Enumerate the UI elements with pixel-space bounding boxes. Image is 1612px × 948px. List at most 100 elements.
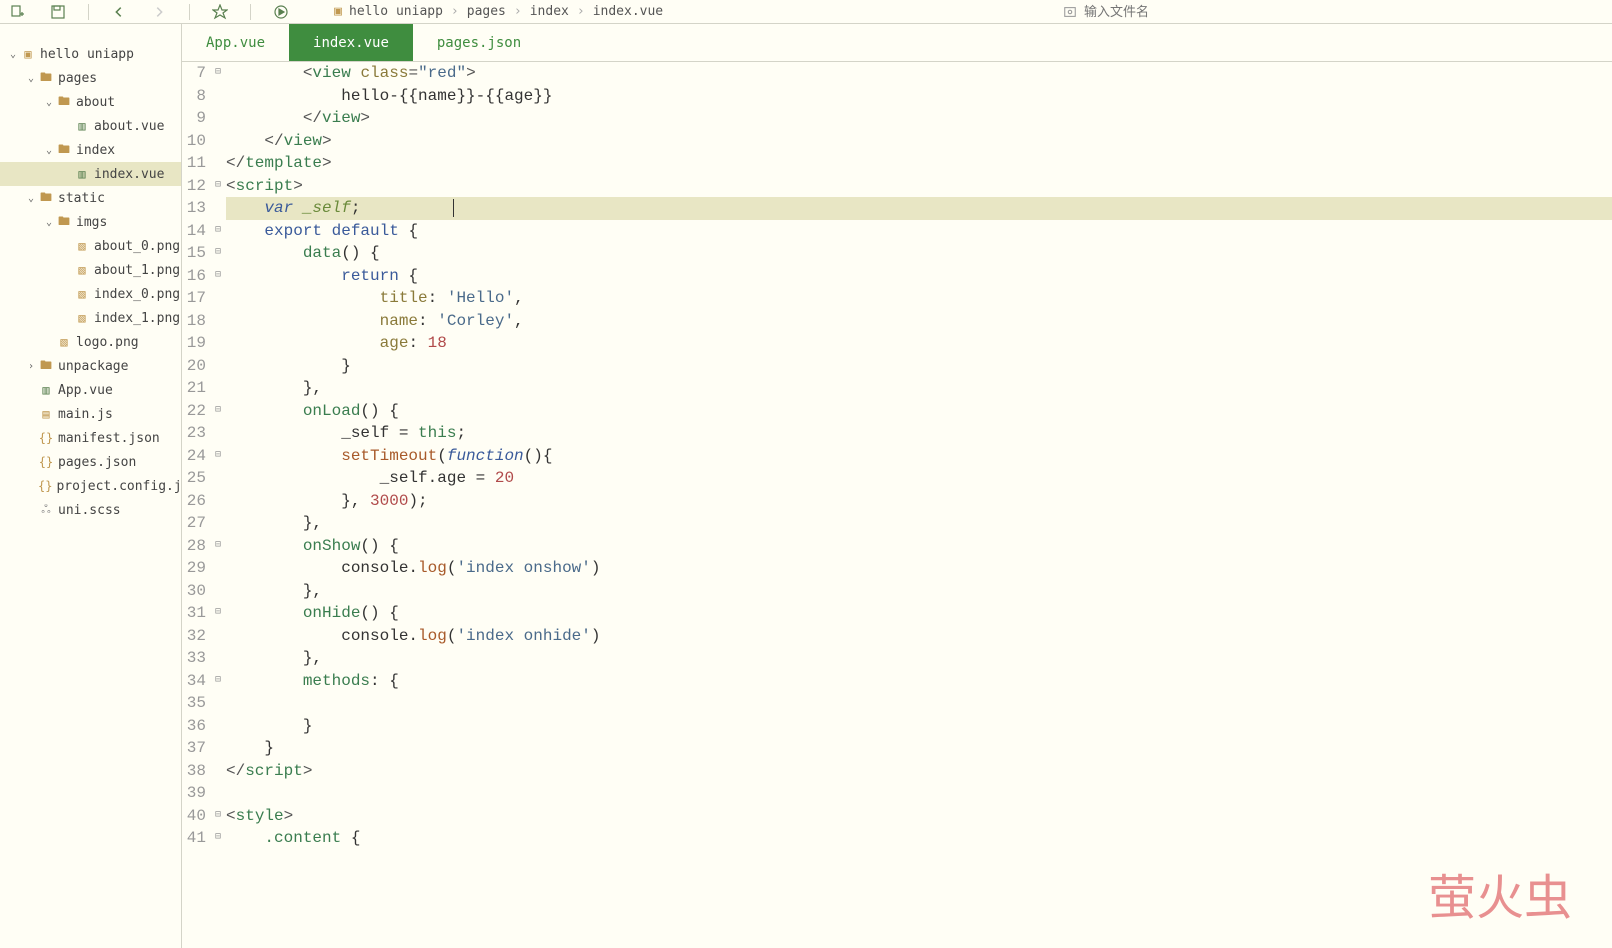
tree-file[interactable]: ▧ about_1.png bbox=[0, 258, 181, 282]
scss-file-icon: ஃ bbox=[38, 502, 54, 518]
json-file-icon: {} bbox=[38, 430, 54, 446]
tab-label: index.vue bbox=[313, 35, 389, 51]
chevron-down-icon bbox=[24, 73, 38, 84]
tree-folder-imgs[interactable]: 🖿 imgs bbox=[0, 210, 181, 234]
tree-label: imgs bbox=[76, 215, 107, 230]
breadcrumb-label: hello uniapp bbox=[349, 4, 443, 19]
tree-label: main.js bbox=[58, 407, 113, 422]
editor-tabs: App.vue index.vue pages.json bbox=[182, 24, 1612, 62]
file-search bbox=[1060, 2, 1604, 22]
tree-file[interactable]: {} project.config.json bbox=[0, 474, 181, 498]
folder-icon: 🖿 bbox=[38, 70, 54, 86]
chevron-down-icon bbox=[42, 145, 56, 156]
folder-icon: 🖿 bbox=[56, 94, 72, 110]
image-file-icon: ▧ bbox=[74, 310, 90, 326]
tree-file[interactable]: {} manifest.json bbox=[0, 426, 181, 450]
tree-label: index_1.png bbox=[94, 311, 180, 326]
project-icon: ▣ bbox=[20, 46, 36, 62]
breadcrumb: ▣ hello uniapp › pages › index › index.v… bbox=[331, 4, 1040, 19]
breadcrumb-item[interactable]: ▣ hello uniapp bbox=[331, 4, 443, 19]
tree-label: static bbox=[58, 191, 105, 206]
tree-file[interactable]: ▧ index_0.png bbox=[0, 282, 181, 306]
tree-folder-static[interactable]: 🖿 static bbox=[0, 186, 181, 210]
tree-label: App.vue bbox=[58, 383, 113, 398]
tree-label: index_0.png bbox=[94, 287, 180, 302]
tree-file-active[interactable]: ▥ index.vue bbox=[0, 162, 181, 186]
new-file-icon[interactable] bbox=[8, 2, 28, 22]
tree-file[interactable]: ஃ uni.scss bbox=[0, 498, 181, 522]
breadcrumb-label: pages bbox=[467, 4, 506, 19]
tree-root[interactable]: ▣ hello uniapp bbox=[0, 42, 181, 66]
tree-label: index bbox=[76, 143, 115, 158]
folder-icon: 🖿 bbox=[38, 358, 54, 374]
tab-label: pages.json bbox=[437, 35, 521, 51]
tab-app-vue[interactable]: App.vue bbox=[182, 24, 289, 61]
tree-label: pages.json bbox=[58, 455, 136, 470]
image-file-icon: ▧ bbox=[56, 334, 72, 350]
breadcrumb-label: index.vue bbox=[593, 4, 663, 19]
breadcrumb-item[interactable]: index bbox=[530, 4, 569, 19]
tree-label: about_0.png bbox=[94, 239, 180, 254]
file-explorer: ▣ hello uniapp 🖿 pages 🖿 about ▥ about.v… bbox=[0, 24, 182, 948]
json-file-icon: {} bbox=[38, 478, 52, 494]
chevron-right-icon: › bbox=[577, 4, 585, 19]
tree-label: about bbox=[76, 95, 115, 110]
fold-gutter: ⊟⊟⊟⊟⊟⊟⊟⊟⊟⊟⊟⊟ bbox=[212, 62, 224, 948]
tree-folder-index[interactable]: 🖿 index bbox=[0, 138, 181, 162]
chevron-down-icon bbox=[42, 97, 56, 108]
chevron-right-icon: › bbox=[514, 4, 522, 19]
vue-file-icon: ▥ bbox=[74, 166, 90, 182]
tree-file[interactable]: ▧ about_0.png bbox=[0, 234, 181, 258]
star-icon[interactable] bbox=[210, 2, 230, 22]
search-input[interactable] bbox=[1084, 4, 1204, 19]
tree-label: unpackage bbox=[58, 359, 128, 374]
image-file-icon: ▧ bbox=[74, 238, 90, 254]
app-icon: ▣ bbox=[331, 5, 345, 19]
target-icon[interactable] bbox=[1060, 2, 1080, 22]
tree-label: index.vue bbox=[94, 167, 164, 182]
tree-file[interactable]: {} pages.json bbox=[0, 450, 181, 474]
tree-label: hello uniapp bbox=[40, 47, 134, 62]
tab-label: App.vue bbox=[206, 35, 265, 51]
folder-icon: 🖿 bbox=[56, 142, 72, 158]
breadcrumb-item[interactable]: pages bbox=[467, 4, 506, 19]
folder-icon: 🖿 bbox=[56, 214, 72, 230]
toolbar: ▣ hello uniapp › pages › index › index.v… bbox=[0, 0, 1612, 24]
vue-file-icon: ▥ bbox=[38, 382, 54, 398]
tree-label: about.vue bbox=[94, 119, 164, 134]
image-file-icon: ▧ bbox=[74, 262, 90, 278]
folder-icon: 🖿 bbox=[38, 190, 54, 206]
image-file-icon: ▧ bbox=[74, 286, 90, 302]
breadcrumb-item[interactable]: index.vue bbox=[593, 4, 663, 19]
chevron-down-icon bbox=[6, 49, 20, 60]
run-icon[interactable] bbox=[271, 2, 291, 22]
code-content[interactable]: <view class="red"> hello-{{name}}-{{age}… bbox=[224, 62, 1612, 948]
save-icon[interactable] bbox=[48, 2, 68, 22]
tree-label: uni.scss bbox=[58, 503, 121, 518]
code-editor[interactable]: 7891011121314151617181920212223242526272… bbox=[182, 62, 1612, 948]
tree-folder-about[interactable]: 🖿 about bbox=[0, 90, 181, 114]
js-file-icon: ▤ bbox=[38, 406, 54, 422]
tree-file[interactable]: ▧ logo.png bbox=[0, 330, 181, 354]
editor: App.vue index.vue pages.json 78910111213… bbox=[182, 24, 1612, 948]
tab-index-vue[interactable]: index.vue bbox=[289, 24, 413, 61]
separator bbox=[189, 4, 190, 20]
separator bbox=[88, 4, 89, 20]
tree-file[interactable]: ▧ index_1.png bbox=[0, 306, 181, 330]
tree-file[interactable]: ▤ main.js bbox=[0, 402, 181, 426]
vue-file-icon: ▥ bbox=[74, 118, 90, 134]
tree-label: project.config.json bbox=[56, 479, 182, 494]
json-file-icon: {} bbox=[38, 454, 54, 470]
tree-label: pages bbox=[58, 71, 97, 86]
tree-folder-unpackage[interactable]: 🖿 unpackage bbox=[0, 354, 181, 378]
tree-label: about_1.png bbox=[94, 263, 180, 278]
line-numbers: 7891011121314151617181920212223242526272… bbox=[182, 62, 212, 948]
chevron-right-icon: › bbox=[451, 4, 459, 19]
back-icon[interactable] bbox=[109, 2, 129, 22]
tree-folder-pages[interactable]: 🖿 pages bbox=[0, 66, 181, 90]
tree-label: logo.png bbox=[76, 335, 139, 350]
forward-icon[interactable] bbox=[149, 2, 169, 22]
tree-file[interactable]: ▥ App.vue bbox=[0, 378, 181, 402]
tab-pages-json[interactable]: pages.json bbox=[413, 24, 545, 61]
tree-file[interactable]: ▥ about.vue bbox=[0, 114, 181, 138]
